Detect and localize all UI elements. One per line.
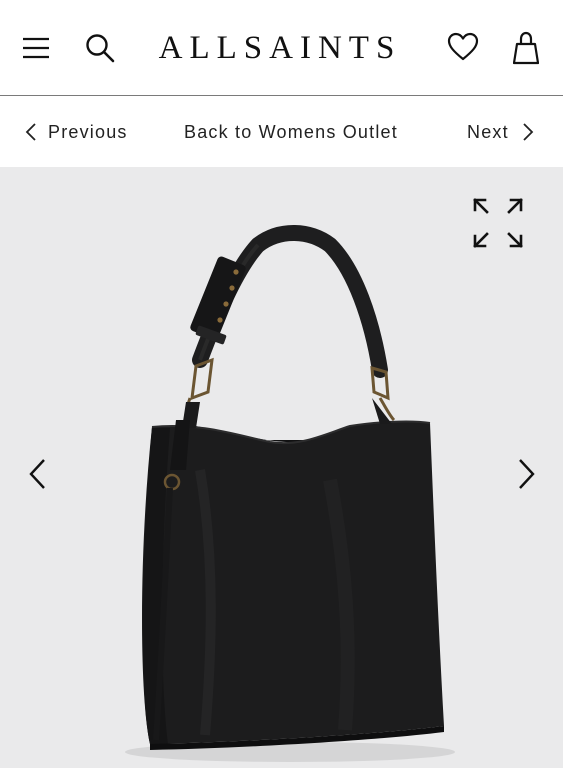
next-label: Next — [467, 121, 509, 142]
wishlist-button[interactable] — [444, 28, 482, 66]
previous-label: Previous — [48, 121, 128, 142]
back-to-category-link[interactable]: Back to Womens Outlet — [184, 97, 398, 167]
chevron-right-icon — [519, 459, 535, 489]
chevron-right-icon — [523, 123, 534, 141]
next-link[interactable]: Next — [467, 97, 537, 167]
previous-link[interactable]: Previous — [22, 97, 128, 167]
product-image-bag — [125, 225, 455, 762]
chevron-left-icon — [29, 459, 45, 489]
gallery-previous-button[interactable] — [24, 456, 52, 492]
expand-icon — [473, 198, 523, 248]
menu-icon — [23, 37, 49, 59]
product-navigation: Previous Back to Womens Outlet Next — [0, 97, 563, 167]
heart-icon — [447, 32, 479, 61]
bag-icon — [513, 31, 539, 65]
gallery-next-button[interactable] — [512, 456, 540, 492]
brand-logo[interactable]: ALLSAINTS — [150, 26, 410, 70]
expand-image-button[interactable] — [470, 196, 526, 250]
search-button[interactable] — [80, 28, 120, 68]
menu-button[interactable] — [18, 30, 54, 66]
site-header: ALLSAINTS — [0, 0, 563, 96]
chevron-left-icon — [25, 123, 36, 141]
shopping-bag-button[interactable] — [508, 28, 544, 68]
search-icon — [86, 34, 115, 63]
